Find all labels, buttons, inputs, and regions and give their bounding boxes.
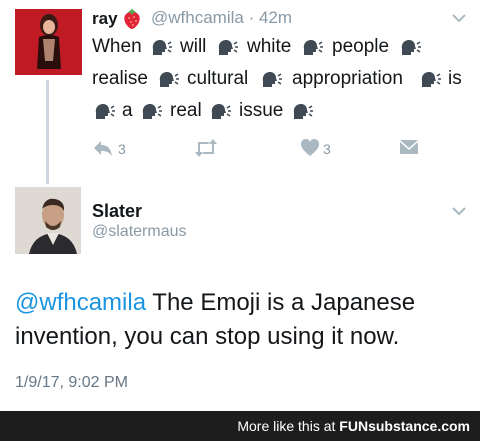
tweet-text-line-1: @wfhcamila The Emoji is a Japanese [15,286,470,320]
like-count: 3 [323,141,331,157]
avatar-ray[interactable] [15,9,82,75]
reply-word: realise [92,68,148,89]
reply-word: real [170,100,202,121]
envelope-icon[interactable] [399,138,419,156]
reply-word: will [180,36,207,57]
reply-line-1: When will white people [92,35,472,67]
reply-word: When [92,36,142,57]
tweet-text: @wfhcamila The Emoji is a Japanese inven… [15,286,470,354]
reply-word: cultural [187,68,249,89]
speaking-head-icon [142,104,162,119]
reply-word: people [332,36,390,57]
speaking-head-icon [95,104,115,119]
reply-word: issue [239,100,284,121]
mention-link[interactable]: @wfhcamila [15,289,146,316]
chevron-down-icon[interactable] [451,206,467,216]
reply-time[interactable]: · 42m [249,8,292,27]
tweet-timestamp[interactable]: 1/9/17, 9:02 PM [15,373,128,393]
retweet-icon[interactable] [193,138,219,158]
heart-icon[interactable] [300,138,320,158]
reply-count: 3 [118,141,126,157]
footer-prefix: More like this at [237,418,340,434]
speaking-head-icon [421,72,441,87]
speaking-head-icon [401,40,421,55]
reply-line-3: a real issue [92,99,472,131]
avatar-slater[interactable] [15,187,81,254]
reply-word: white [247,36,292,57]
reply-word: is [448,68,462,89]
speaking-head-icon [211,104,231,119]
reply-icon[interactable] [92,138,114,158]
speaking-head-icon [152,40,172,55]
reply-word: appropriation [292,68,403,89]
tweet-text-part: The Emoji is a Japanese [146,289,416,316]
footer-text: More like this at FUNsubstance.com [237,417,470,435]
tweet-handle[interactable]: @slatermaus [92,222,187,242]
speaking-head-icon [159,72,179,87]
footer-brand[interactable]: FUNsubstance.com [339,418,470,434]
reply-line-2: realise cultural appropriation is [92,67,472,99]
thread-connector-line [46,80,49,184]
speaking-head-icon [293,104,313,119]
footer-bar: More like this at FUNsubstance.com [0,411,480,441]
speaking-head-icon [262,72,282,87]
reply-word: a [122,100,133,121]
reply-handle[interactable]: @wfhcamila [151,8,244,27]
strawberry-icon [124,9,140,29]
chevron-down-icon[interactable] [451,13,467,23]
reply-author-name[interactable]: ray [92,9,118,29]
tweet-author-name[interactable]: Slater [92,200,142,222]
speaking-head-icon [218,40,238,55]
speaking-head-icon [303,40,323,55]
reply-handle-time[interactable]: @wfhcamila · 42m [151,8,292,28]
reply-text: When will white people realise cultural … [92,35,472,131]
tweet-text-line-2: invention, you can stop using it now. [15,323,400,350]
